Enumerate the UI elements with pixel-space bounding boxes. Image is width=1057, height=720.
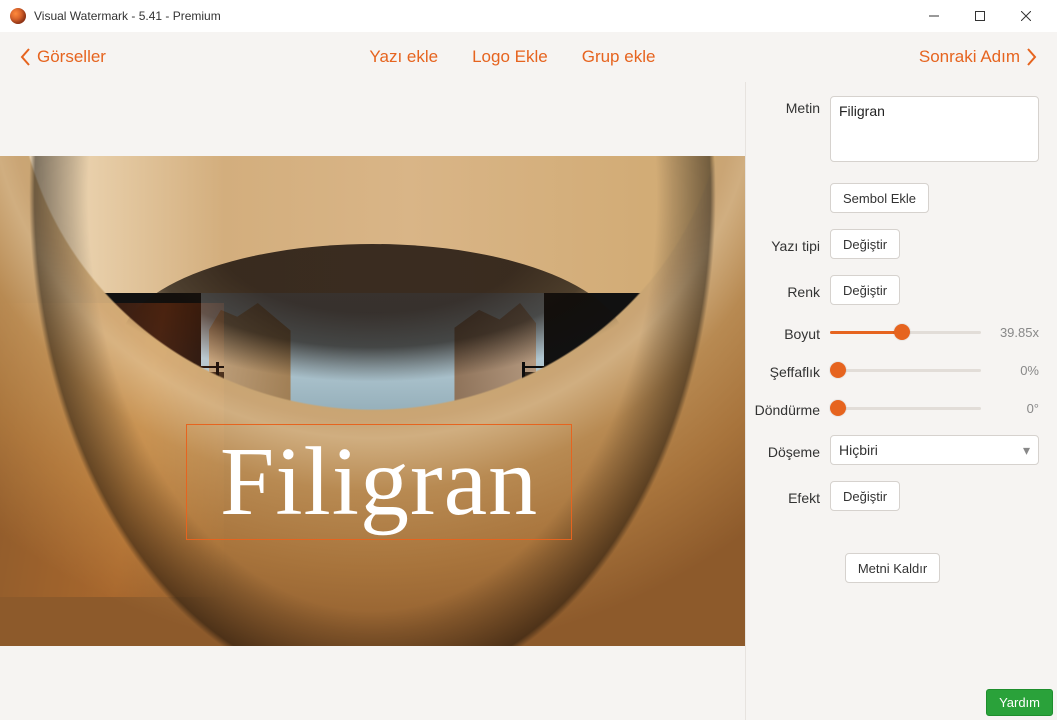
maximize-icon — [975, 11, 985, 21]
row-rotate: Döndürme 0° — [746, 397, 1039, 419]
row-tile: Döşeme Hiçbiri ▾ — [746, 435, 1039, 465]
close-icon — [1021, 11, 1031, 21]
opacity-value: 0% — [985, 363, 1039, 378]
text-input[interactable] — [830, 96, 1039, 162]
minimize-button[interactable] — [911, 0, 957, 32]
opacity-slider-track — [830, 369, 981, 372]
minimize-icon — [929, 11, 939, 21]
row-remove: Metni Kaldır — [746, 553, 1039, 583]
effect-change-button[interactable]: Değiştir — [830, 481, 900, 511]
row-color: Renk Değiştir — [746, 275, 1039, 305]
image-canvas[interactable]: Filigran — [0, 156, 745, 646]
chevron-right-icon — [1026, 48, 1037, 66]
label-font: Yazı tipi — [746, 234, 830, 254]
close-button[interactable] — [1003, 0, 1049, 32]
row-size: Boyut 39.85x — [746, 321, 1039, 343]
row-effect: Efekt Değiştir — [746, 481, 1039, 511]
next-button[interactable]: Sonraki Adım — [919, 47, 1037, 67]
tile-selected: Hiçbiri — [839, 442, 878, 458]
opacity-slider[interactable]: 0% — [830, 359, 1039, 381]
help-button[interactable]: Yardım — [986, 689, 1053, 716]
label-color: Renk — [746, 280, 830, 300]
row-text: Metin — [746, 96, 1039, 167]
titlebar: Visual Watermark - 5.41 - Premium — [0, 0, 1057, 32]
toolbar-tabs: Yazı ekle Logo Ekle Grup ekle — [106, 47, 919, 67]
chevron-left-icon — [20, 48, 31, 66]
window-controls — [911, 0, 1049, 32]
rotate-slider-thumb[interactable] — [830, 400, 846, 416]
add-symbol-button[interactable]: Sembol Ekle — [830, 183, 929, 213]
chevron-down-icon: ▾ — [1023, 442, 1030, 459]
help-label: Yardım — [999, 695, 1040, 710]
size-slider-fill — [830, 331, 902, 334]
row-opacity: Şeffaflık 0% — [746, 359, 1039, 381]
font-change-button[interactable]: Değiştir — [830, 229, 900, 259]
rotate-value: 0° — [985, 401, 1039, 416]
size-slider[interactable]: 39.85x — [830, 321, 1039, 343]
properties-panel: Metin Sembol Ekle Yazı tipi Değiştir Ren… — [745, 82, 1057, 720]
rotate-slider[interactable]: 0° — [830, 397, 1039, 419]
color-change-button[interactable]: Değiştir — [830, 275, 900, 305]
maximize-button[interactable] — [957, 0, 1003, 32]
row-add-symbol: Sembol Ekle — [746, 183, 1039, 213]
bg-arch-shadow — [0, 156, 745, 646]
size-value: 39.85x — [985, 325, 1039, 340]
window-title: Visual Watermark - 5.41 - Premium — [34, 9, 221, 23]
canvas-area: Filigran — [0, 82, 745, 720]
label-effect: Efekt — [746, 486, 830, 506]
label-size: Boyut — [746, 322, 830, 342]
watermark-selection[interactable]: Filigran — [186, 424, 572, 540]
tab-add-group[interactable]: Grup ekle — [582, 47, 656, 67]
label-opacity: Şeffaflık — [746, 360, 830, 380]
app-icon — [10, 8, 26, 24]
main: Filigran Metin Sembol Ekle Yazı tipi Değ… — [0, 82, 1057, 720]
row-font: Yazı tipi Değiştir — [746, 229, 1039, 259]
tab-add-logo[interactable]: Logo Ekle — [472, 47, 548, 67]
tile-select[interactable]: Hiçbiri ▾ — [830, 435, 1039, 465]
next-label: Sonraki Adım — [919, 47, 1020, 67]
tab-add-text[interactable]: Yazı ekle — [369, 47, 438, 67]
rotate-slider-track — [830, 407, 981, 410]
label-text: Metin — [746, 96, 830, 116]
size-slider-thumb[interactable] — [894, 324, 910, 340]
remove-text-button[interactable]: Metni Kaldır — [845, 553, 940, 583]
opacity-slider-thumb[interactable] — [830, 362, 846, 378]
back-label: Görseller — [37, 47, 106, 67]
watermark-text[interactable]: Filigran — [220, 433, 538, 531]
label-rotate: Döndürme — [746, 398, 830, 418]
back-button[interactable]: Görseller — [20, 47, 106, 67]
toolbar: Görseller Yazı ekle Logo Ekle Grup ekle … — [0, 32, 1057, 82]
label-tile: Döşeme — [746, 440, 830, 460]
